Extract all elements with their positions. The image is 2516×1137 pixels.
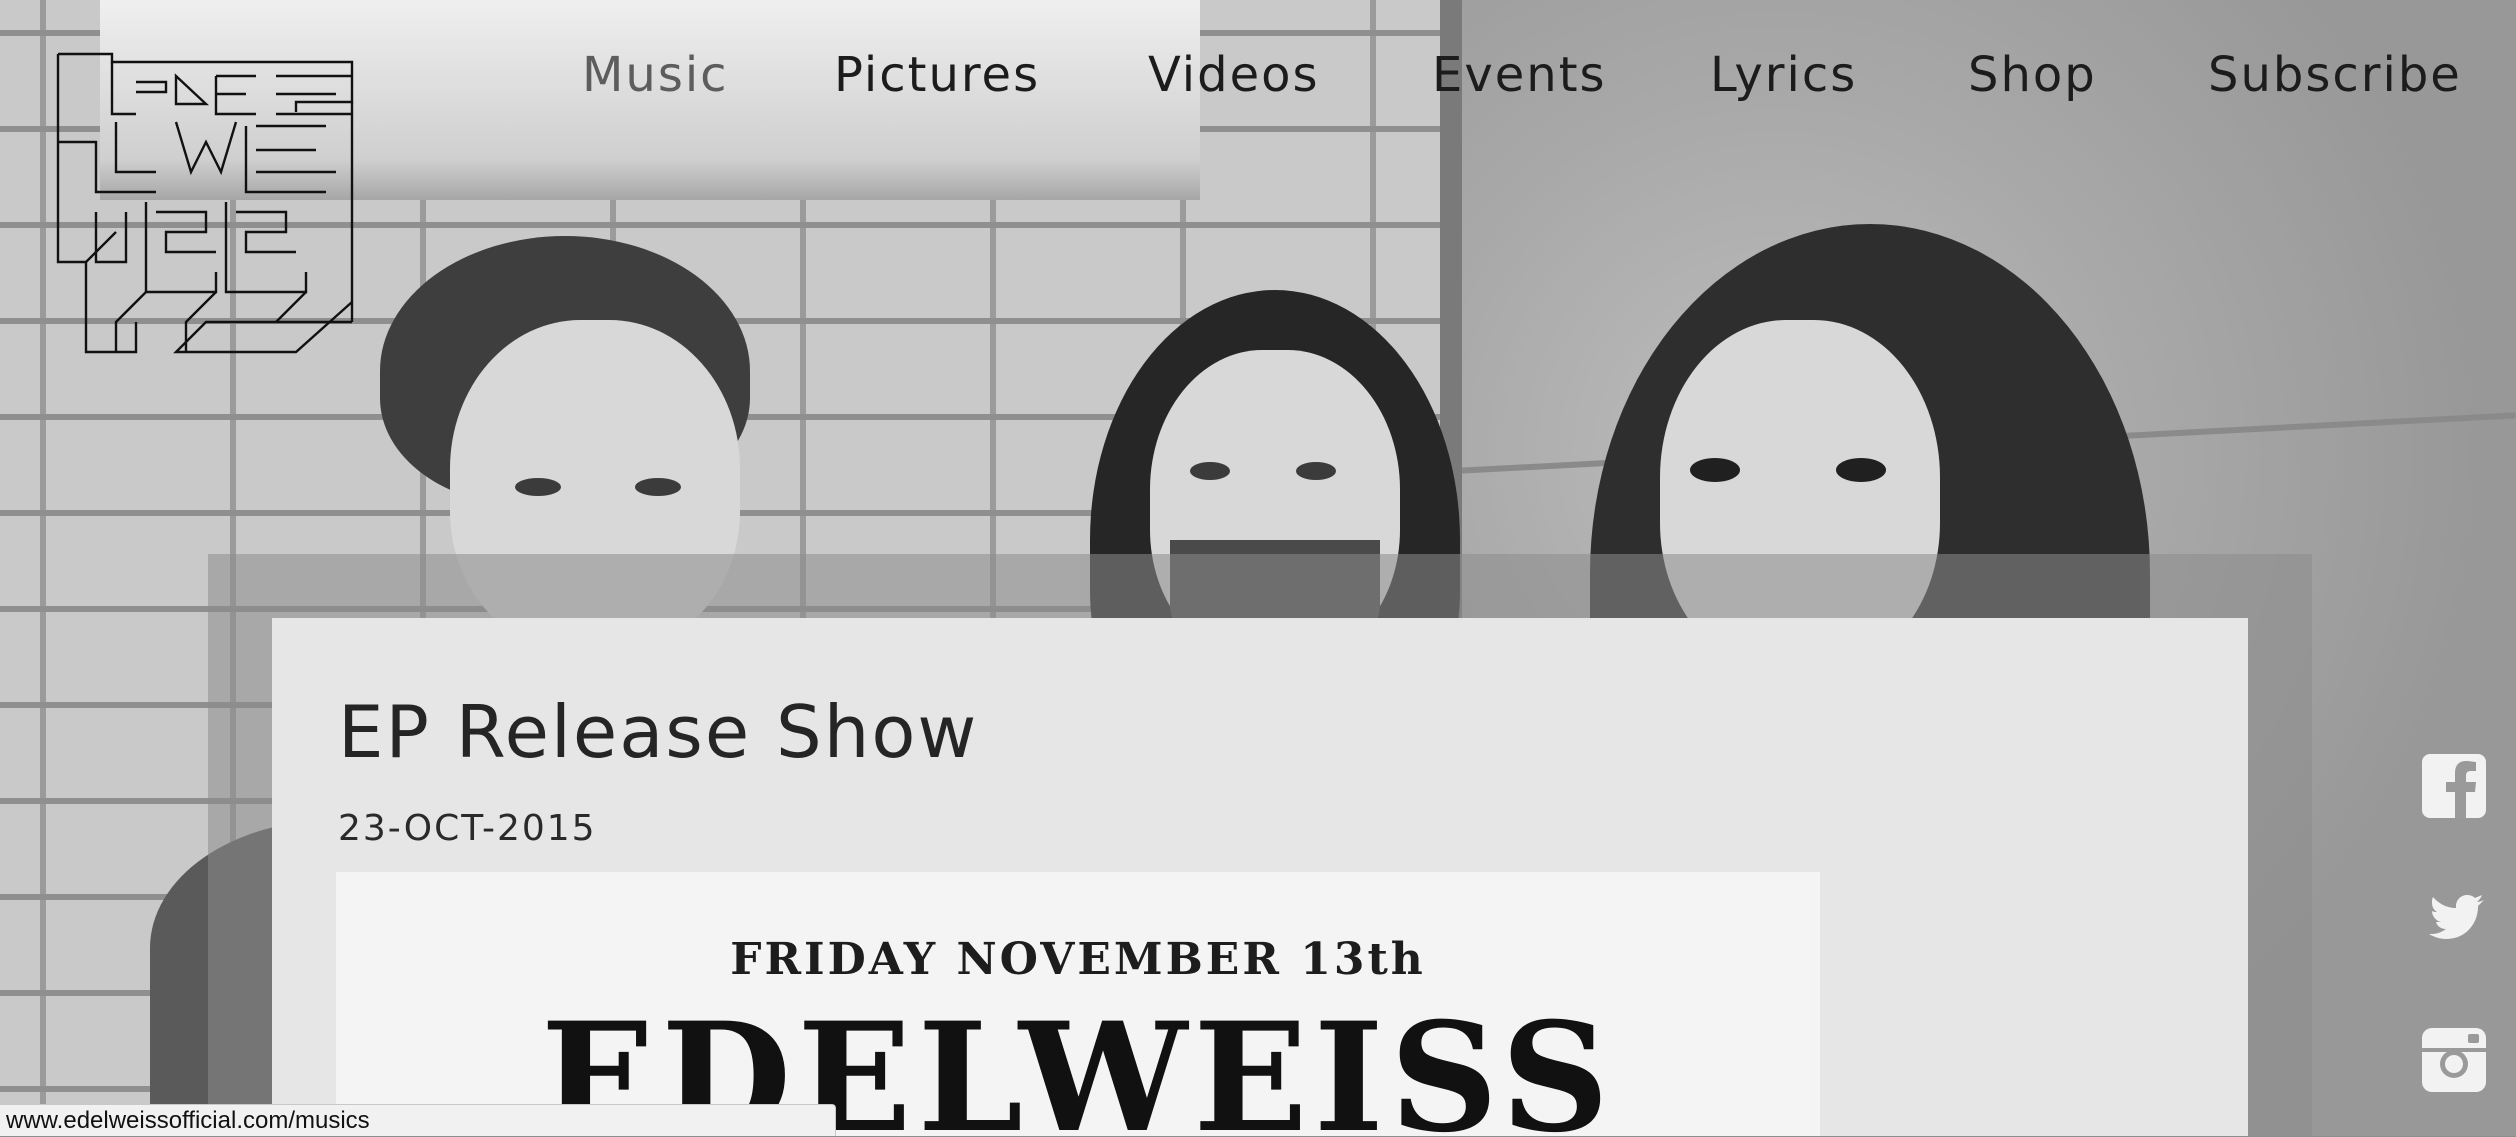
post-title[interactable]: EP Release Show [338,690,978,774]
post-card: EP Release Show 23-OCT-2015 FRIDAY NOVEM… [272,618,2248,1136]
nav-item-subscribe[interactable]: Subscribe [2208,40,2462,110]
nav-item-pictures[interactable]: Pictures [834,40,1040,110]
browser-status-bar: www.edelweissofficial.com/musics [0,1104,836,1136]
post-date: 23-OCT-2015 [338,808,597,849]
instagram-icon[interactable] [2420,1026,2488,1094]
nav-item-music[interactable]: Music [582,40,729,110]
nav-item-shop[interactable]: Shop [1968,40,2097,110]
nav-item-videos[interactable]: Videos [1148,40,1320,110]
event-poster-image[interactable]: FRIDAY NOVEMBER 13th EDELWEISS [336,872,1820,1136]
facebook-icon[interactable] [2420,752,2488,820]
nav-item-lyrics[interactable]: Lyrics [1710,40,1857,110]
twitter-icon[interactable] [2420,886,2488,954]
main-navigation: Music Pictures Videos Events Lyrics Shop… [0,40,2516,110]
nav-item-events[interactable]: Events [1432,40,1607,110]
poster-date-line: FRIDAY NOVEMBER 13th [730,934,1426,985]
